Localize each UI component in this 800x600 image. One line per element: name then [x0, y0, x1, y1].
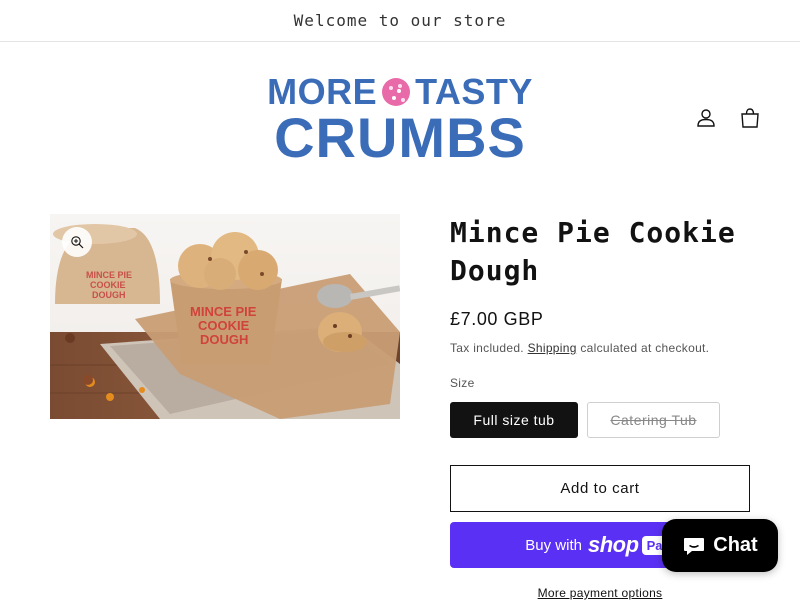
shipping-link[interactable]: Shipping	[528, 341, 577, 355]
front-tub-label-1: MINCE PIE	[190, 304, 257, 319]
front-tub-label-2: COOKIE	[198, 318, 250, 333]
store-logo[interactable]: MORE TASTY CRUMBS	[252, 70, 548, 169]
size-option-full-size-tub[interactable]: Full size tub	[450, 402, 578, 438]
cart-button[interactable]	[738, 105, 762, 131]
account-button[interactable]	[694, 105, 718, 131]
back-tub-label-2: COOKIE	[90, 280, 126, 290]
product-photo: MINCE PIE COOKIE DOUGH MINCE PIE COOKIE …	[50, 214, 400, 419]
bag-icon	[741, 108, 759, 128]
add-to-cart-button[interactable]: Add to cart	[450, 465, 750, 512]
person-icon	[697, 109, 715, 127]
tax-note: Tax included. Shipping calculated at che…	[450, 341, 709, 355]
product-image[interactable]: MINCE PIE COOKIE DOUGH MINCE PIE COOKIE …	[50, 214, 400, 419]
cookie-icon	[382, 78, 411, 106]
buy-with-label: Buy with	[525, 536, 582, 554]
zoom-in-icon	[71, 236, 84, 249]
tax-prefix: Tax included.	[450, 341, 524, 355]
tax-suffix: calculated at checkout.	[580, 341, 710, 355]
chat-label: Chat	[713, 534, 758, 556]
back-tub-label-3: DOUGH	[92, 290, 126, 300]
chat-bubble-icon	[684, 537, 705, 555]
front-tub-label-3: DOUGH	[200, 332, 248, 347]
size-option-catering-tub[interactable]: Catering Tub	[587, 402, 720, 438]
size-label: Size	[450, 376, 475, 390]
more-payment-options-link[interactable]: More payment options	[450, 586, 750, 600]
product-price: £7.00 GBP	[450, 309, 544, 329]
shop-logo: shop	[588, 532, 639, 557]
zoom-button[interactable]	[62, 227, 92, 257]
product-title: Mince Pie Cookie Dough	[450, 216, 736, 287]
back-tub-label: MINCE PIE	[86, 270, 132, 280]
chat-button[interactable]: Chat	[662, 519, 778, 572]
announcement-bar: Welcome to our store	[0, 0, 800, 42]
announcement-text: Welcome to our store	[293, 11, 507, 30]
logo-word-crumbs: CRUMBS	[274, 105, 526, 169]
